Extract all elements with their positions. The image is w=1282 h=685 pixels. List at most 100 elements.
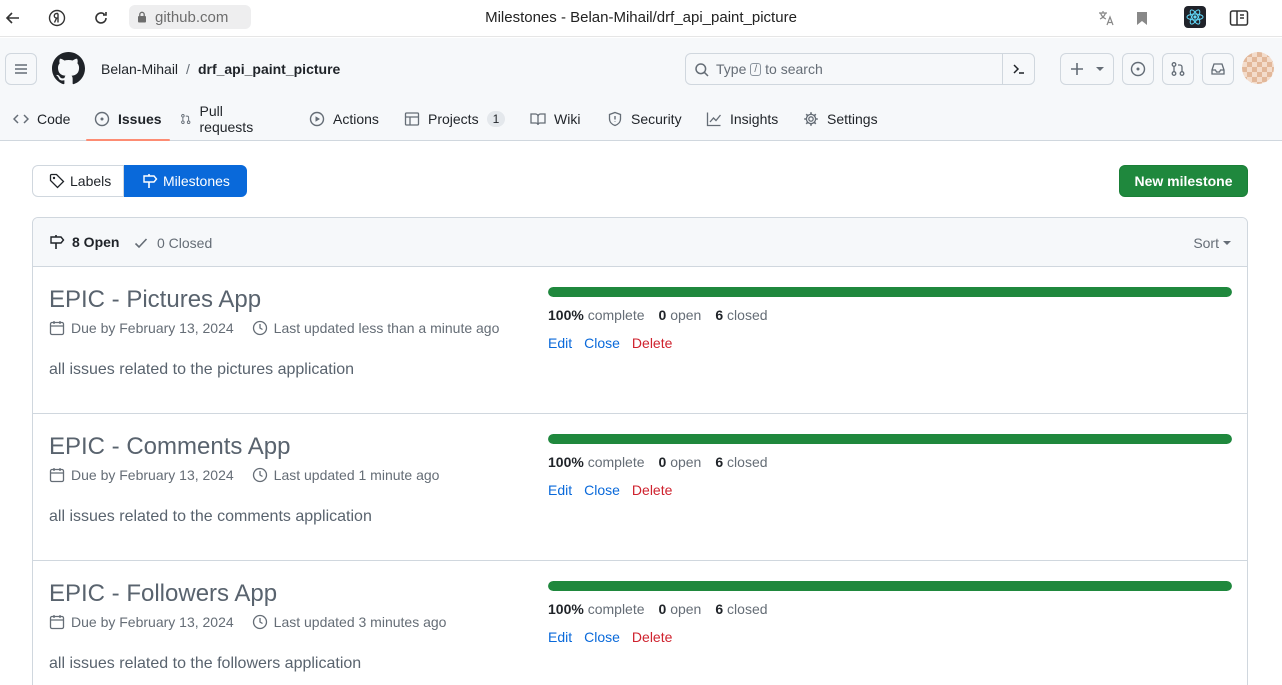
book-icon: [530, 113, 546, 126]
milestone-closed-count: 6 closed: [715, 307, 768, 323]
new-milestone-button[interactable]: New milestone: [1119, 165, 1248, 197]
tab-security[interactable]: Security: [607, 98, 682, 140]
tab-label: Projects: [428, 111, 479, 127]
git-pull-request-icon: [1171, 62, 1185, 76]
tab-label: Settings: [827, 111, 878, 127]
breadcrumb-separator: /: [186, 61, 190, 77]
calendar-icon: [49, 321, 65, 336]
calendar-icon: [49, 615, 65, 630]
check-icon: [134, 238, 148, 249]
sort-dropdown[interactable]: Sort: [1193, 235, 1231, 251]
milestone-icon: [50, 235, 65, 249]
pull-requests-button[interactable]: [1162, 53, 1194, 85]
breadcrumb: Belan-Mihail / drf_api_paint_picture: [101, 61, 340, 77]
edit-link[interactable]: Edit: [548, 482, 572, 498]
closed-filter[interactable]: 0 Closed: [133, 235, 212, 251]
edit-link[interactable]: Edit: [548, 629, 572, 645]
milestone-progress-bar: [548, 581, 1232, 591]
issue-opened-icon: [1130, 61, 1146, 77]
graph-icon: [706, 112, 722, 127]
chevron-down-icon: [1223, 241, 1231, 245]
tab-settings[interactable]: Settings: [803, 98, 878, 140]
milestone-stats: 100% complete 0 open 6 closed: [548, 601, 768, 617]
menu-button[interactable]: [5, 53, 37, 85]
command-palette-button[interactable]: [1002, 54, 1034, 84]
tab-label: Wiki: [554, 111, 581, 127]
play-icon: [309, 111, 325, 127]
yandex-browser-icon[interactable]: [47, 8, 67, 28]
address-bar[interactable]: github.com: [129, 5, 251, 29]
milestone-stats: 100% complete 0 open 6 closed: [548, 454, 768, 470]
milestone-closed-count: 6 closed: [715, 454, 768, 470]
tab-wiki[interactable]: Wiki: [530, 98, 580, 140]
breadcrumb-repo[interactable]: drf_api_paint_picture: [198, 61, 340, 77]
milestone-row: EPIC - Followers App Due by February 13,…: [33, 561, 1247, 685]
close-link[interactable]: Close: [584, 629, 620, 645]
avatar[interactable]: [1242, 52, 1274, 84]
tab-actions[interactable]: Actions: [309, 98, 379, 140]
tab-label: Insights: [730, 111, 779, 127]
tab-code[interactable]: Code: [13, 98, 70, 140]
milestone-progress-bar: [548, 434, 1232, 444]
tab-label: Actions: [333, 111, 379, 127]
milestone-meta: Due by February 13, 2024 Last updated 1 …: [49, 467, 439, 483]
lock-icon: [138, 11, 146, 23]
milestone-title[interactable]: EPIC - Comments App: [49, 433, 290, 461]
back-arrow-icon[interactable]: [3, 8, 23, 28]
milestone-actions: Edit Close Delete: [548, 335, 672, 351]
milestone-due-date: Due by February 13, 2024: [71, 320, 234, 336]
tab-projects[interactable]: Projects 1: [404, 98, 506, 140]
tab-label: Code: [37, 111, 71, 127]
inbox-button[interactable]: [1202, 53, 1234, 85]
clock-icon: [252, 614, 267, 630]
milestone-title[interactable]: EPIC - Followers App: [49, 580, 277, 608]
reload-icon[interactable]: [91, 8, 111, 28]
plus-icon: [1071, 63, 1083, 75]
labels-milestones-toggle: Labels Milestones: [32, 165, 247, 197]
create-new-button[interactable]: [1060, 53, 1114, 85]
close-link[interactable]: Close: [584, 335, 620, 351]
milestone-updated: Last updated 3 minutes ago: [273, 614, 447, 630]
milestones-button-label: Milestones: [163, 173, 230, 189]
terminal-icon: [1012, 64, 1024, 74]
shield-icon: [608, 111, 622, 127]
search-shortcut-key: /: [750, 62, 762, 76]
labels-button-label: Labels: [70, 173, 112, 189]
bookmark-icon[interactable]: [1132, 8, 1152, 28]
search-input[interactable]: Type / to search: [685, 53, 1035, 85]
milestone-progress-fill: [548, 581, 1232, 591]
tab-issues[interactable]: Issues: [86, 98, 170, 141]
clock-icon: [252, 467, 267, 483]
milestone-due-date: Due by February 13, 2024: [71, 467, 234, 483]
milestone-percent: 100% complete: [548, 601, 645, 617]
github-logo-icon[interactable]: [52, 52, 85, 85]
close-link[interactable]: Close: [584, 482, 620, 498]
milestone-updated: Last updated 1 minute ago: [273, 467, 440, 483]
milestone-actions: Edit Close Delete: [548, 482, 672, 498]
edit-link[interactable]: Edit: [548, 335, 572, 351]
address-url: github.com: [155, 8, 229, 26]
clock-icon: [252, 320, 267, 336]
delete-link[interactable]: Delete: [632, 629, 672, 645]
issues-button[interactable]: [1122, 53, 1154, 85]
milestone-progress-fill: [548, 434, 1232, 444]
breadcrumb-owner[interactable]: Belan-Mihail: [101, 61, 178, 77]
milestone-title[interactable]: EPIC - Pictures App: [49, 286, 261, 314]
milestones-button[interactable]: Milestones: [124, 165, 247, 197]
gear-icon: [804, 112, 818, 126]
tab-pull-requests[interactable]: Pull requests: [180, 98, 258, 140]
react-devtools-icon[interactable]: [1184, 6, 1206, 28]
extensions-icon[interactable]: [1229, 8, 1249, 28]
search-icon: [695, 63, 709, 77]
inbox-icon: [1211, 63, 1225, 75]
open-filter[interactable]: 8 Open: [49, 234, 119, 250]
delete-link[interactable]: Delete: [632, 482, 672, 498]
repo-header: Belan-Mihail / drf_api_paint_picture Typ…: [0, 38, 1282, 141]
tab-label: Issues: [118, 111, 162, 127]
delete-link[interactable]: Delete: [632, 335, 672, 351]
search-placeholder-before: Type: [716, 61, 747, 77]
labels-button[interactable]: Labels: [32, 165, 124, 197]
tab-insights[interactable]: Insights: [706, 98, 778, 140]
milestone-progress-fill: [548, 287, 1232, 297]
translate-icon[interactable]: [1096, 8, 1116, 28]
